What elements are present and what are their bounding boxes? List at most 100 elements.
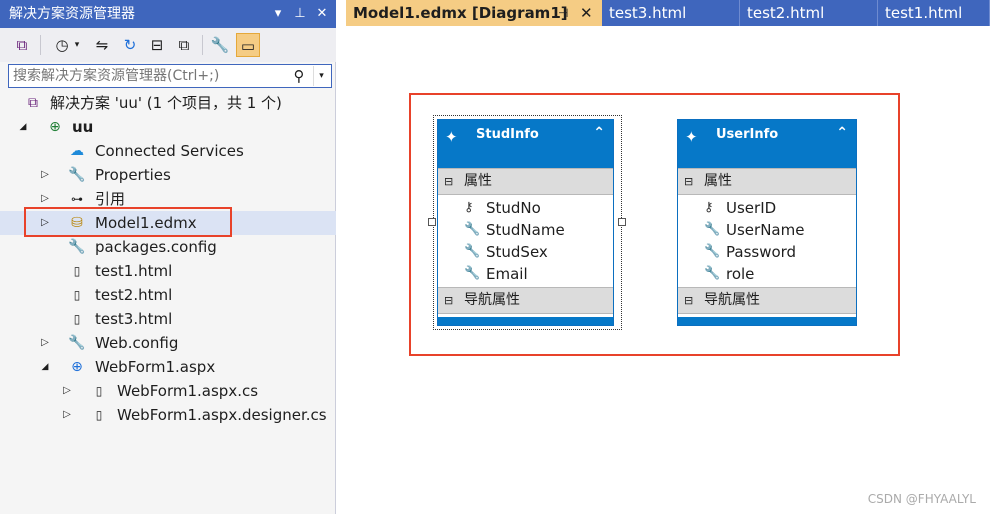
- entity-studinfo[interactable]: ✦ StudInfo ⌃ ⊟ 属性 ⚷ StudNo 🔧 StudName 🔧 …: [437, 119, 614, 326]
- tree-item-test1-html[interactable]: ▯ test1.html: [0, 259, 336, 283]
- section-label: 导航属性: [704, 292, 760, 308]
- entity-header[interactable]: ✦ UserInfo ⌃: [678, 120, 856, 168]
- navigation-section-header[interactable]: ⊟ 导航属性: [438, 287, 613, 314]
- tree-item-webform1-aspx-cs[interactable]: ▷ ▯ WebForm1.aspx.cs: [0, 379, 336, 403]
- entity-property-row[interactable]: ⚷ UserID: [678, 197, 856, 219]
- collapse-entity-icon[interactable]: ⌃: [593, 125, 605, 141]
- show-all-files-icon[interactable]: ⧉: [172, 33, 196, 57]
- property-name: StudNo: [486, 199, 541, 217]
- watermark-text: CSDN @FHYAALYL: [867, 492, 976, 506]
- expander-collapsed-icon[interactable]: ▷: [60, 403, 74, 427]
- resize-handle-left[interactable]: [428, 218, 436, 226]
- search-input[interactable]: [13, 65, 293, 87]
- collapse-section-icon[interactable]: ⊟: [444, 288, 453, 313]
- tab-test2-html[interactable]: test2.html: [740, 0, 878, 26]
- entity-name: StudInfo: [476, 127, 539, 142]
- collapse-section-icon[interactable]: ⊟: [684, 288, 693, 313]
- html-file-icon: ▯: [73, 264, 81, 278]
- tab-label: test1.html: [885, 4, 963, 22]
- entity-property-row[interactable]: 🔧 UserName: [678, 219, 856, 241]
- properties-section-header[interactable]: ⊟ 属性: [438, 168, 613, 195]
- highlight-annotation-box: [24, 207, 232, 237]
- wrench-icon: 🔧: [464, 222, 481, 237]
- pin-icon[interactable]: ⊥: [290, 0, 310, 28]
- entity-property-row[interactable]: ⚷ StudNo: [438, 197, 613, 219]
- tree-item-label: WebForm1.aspx: [95, 358, 216, 376]
- tree-item-label: WebForm1.aspx.designer.cs: [117, 406, 327, 424]
- tree-item-webform1-aspx[interactable]: ◢ ⊕ WebForm1.aspx: [0, 355, 336, 379]
- navigation-section-header[interactable]: ⊟ 导航属性: [678, 287, 856, 314]
- tree-item-label: test2.html: [95, 286, 173, 304]
- tree-item-label: Connected Services: [95, 142, 244, 160]
- properties-wrench-icon[interactable]: 🔧: [208, 33, 232, 57]
- entity-property-row[interactable]: 🔧 role: [678, 263, 856, 285]
- tab-model1-edmx-diagram1[interactable]: Model1.edmx [Diagram1] ⊣ ✕: [346, 0, 602, 26]
- expander-expanded-icon[interactable]: ◢: [16, 115, 30, 139]
- config-icon: 🔧: [68, 335, 86, 351]
- properties-section-header[interactable]: ⊟ 属性: [678, 168, 856, 195]
- panel-title: 解决方案资源管理器: [9, 6, 135, 22]
- cs-file-icon: ▯: [95, 408, 103, 422]
- entity-property-row[interactable]: 🔧 StudName: [438, 219, 613, 241]
- tree-item-packages-config[interactable]: 🔧 packages.config: [0, 235, 336, 259]
- close-tab-icon[interactable]: ✕: [580, 0, 593, 26]
- search-box[interactable]: ⚲ ▾: [8, 64, 332, 88]
- tree-item-label: Properties: [95, 166, 171, 184]
- search-options-dropdown-icon[interactable]: ▾: [313, 66, 329, 86]
- tree-item-webform1-designer-cs[interactable]: ▷ ▯ WebForm1.aspx.designer.cs: [0, 403, 336, 427]
- entity-property-row[interactable]: 🔧 StudSex: [438, 241, 613, 263]
- tree-item-label: 解决方案 'uu' (1 个项目，共 1 个): [50, 94, 282, 112]
- property-name: UserID: [726, 199, 777, 217]
- collapse-section-icon[interactable]: ⊟: [684, 169, 693, 194]
- tree-item-label: test1.html: [95, 262, 173, 280]
- collapse-entity-icon[interactable]: ⌃: [836, 125, 848, 141]
- entity-type-icon: ✦: [445, 128, 458, 146]
- vs-switch-views-icon[interactable]: ⧉: [10, 33, 34, 57]
- pin-tab-icon[interactable]: ⊣: [558, 0, 568, 26]
- collapse-section-icon[interactable]: ⊟: [444, 169, 453, 194]
- entity-header[interactable]: ✦ StudInfo ⌃: [438, 120, 613, 168]
- tree-item-project-uu[interactable]: ◢ ⊕ uu: [0, 115, 336, 139]
- tab-test3-html[interactable]: test3.html: [602, 0, 740, 26]
- tree-item-test3-html[interactable]: ▯ test3.html: [0, 307, 336, 331]
- tree-item-label: Web.config: [95, 334, 179, 352]
- refresh-icon[interactable]: ↻: [118, 33, 142, 57]
- tab-test1-html[interactable]: test1.html: [878, 0, 990, 26]
- entity-footer: [678, 317, 856, 325]
- wrench-icon: 🔧: [704, 244, 721, 259]
- tree-item-test2-html[interactable]: ▯ test2.html: [0, 283, 336, 307]
- tree-item-connected-services[interactable]: ☁ Connected Services: [0, 139, 336, 163]
- section-label: 属性: [464, 173, 492, 189]
- entity-name: UserInfo: [716, 127, 779, 142]
- entity-footer: [438, 317, 613, 325]
- panel-dropdown-icon[interactable]: ▾: [268, 0, 288, 28]
- collapse-all-icon[interactable]: ⊟: [145, 33, 169, 57]
- expander-collapsed-icon[interactable]: ▷: [38, 163, 52, 187]
- solution-explorer-toolbar: ⧉ ◷ ▾ ⇋ ↻ ⊟ ⧉ 🔧 ▭: [0, 28, 336, 62]
- wrench-icon: 🔧: [464, 244, 481, 259]
- document-tab-strip: Model1.edmx [Diagram1] ⊣ ✕ test3.html te…: [346, 0, 990, 26]
- tree-item-solution[interactable]: ⧉ 解决方案 'uu' (1 个项目，共 1 个): [0, 91, 336, 115]
- expander-expanded-icon[interactable]: ◢: [38, 355, 52, 379]
- web-project-icon: ⊕: [49, 119, 61, 135]
- preview-selected-icon[interactable]: ▭: [236, 33, 260, 57]
- search-icon[interactable]: ⚲: [289, 66, 309, 86]
- resize-handle-right[interactable]: [618, 218, 626, 226]
- entity-type-icon: ✦: [685, 128, 698, 146]
- close-icon[interactable]: ✕: [312, 0, 332, 28]
- entity-property-row[interactable]: 🔧 Password: [678, 241, 856, 263]
- expander-collapsed-icon[interactable]: ▷: [38, 331, 52, 355]
- wrench-icon: 🔧: [464, 266, 481, 281]
- property-name: StudName: [486, 221, 565, 239]
- wrench-icon: 🔧: [704, 266, 721, 281]
- sync-icon[interactable]: ⇋: [90, 33, 114, 57]
- section-label: 属性: [704, 173, 732, 189]
- dropdown-icon[interactable]: ▾: [70, 33, 84, 57]
- tree-item-properties[interactable]: ▷ 🔧 Properties: [0, 163, 336, 187]
- config-icon: 🔧: [68, 239, 86, 255]
- entity-userinfo[interactable]: ✦ UserInfo ⌃ ⊟ 属性 ⚷ UserID 🔧 UserName 🔧 …: [677, 119, 857, 326]
- aspx-icon: ⊕: [71, 359, 83, 375]
- entity-property-row[interactable]: 🔧 Email: [438, 263, 613, 285]
- expander-collapsed-icon[interactable]: ▷: [60, 379, 74, 403]
- tree-item-web-config[interactable]: ▷ 🔧 Web.config: [0, 331, 336, 355]
